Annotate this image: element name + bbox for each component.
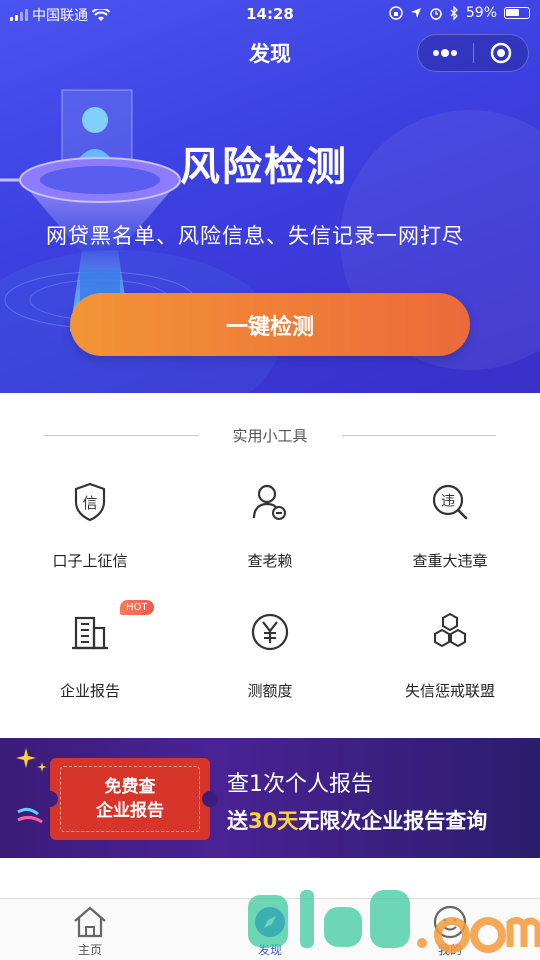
tab-discover[interactable]: 发现 <box>180 903 360 958</box>
tool-check-violation[interactable]: 违 查重大违章 <box>360 480 540 571</box>
rotation-lock-icon <box>389 6 403 20</box>
bottom-tab-bar: 主页 发现 我的 <box>0 898 540 960</box>
tools-section-header: 实用小工具 <box>44 425 497 446</box>
hero-title: 风险检测 <box>180 144 348 190</box>
ticket-line-1: 免费查 <box>104 777 156 797</box>
svg-text:违: 违 <box>441 494 455 510</box>
tool-dishonesty-alliance[interactable]: 失信惩戒联盟 <box>360 610 540 701</box>
mini-program-capsule <box>417 34 529 72</box>
hot-badge: HOT <box>120 600 154 615</box>
violation-search-icon: 违 <box>432 484 468 520</box>
credit-shield-icon: 信 <box>74 482 106 522</box>
tool-credit-limit[interactable]: 测额度 <box>180 610 360 701</box>
user-minus-icon <box>252 484 286 520</box>
home-icon <box>74 906 106 938</box>
tool-label: 企业报告 <box>59 682 120 700</box>
bluetooth-icon <box>450 6 458 20</box>
alarm-icon <box>430 8 442 20</box>
hero-subtitle: 网贷黑名单、风险信息、失信记录一网打尽 <box>46 224 464 248</box>
sparkle-icon <box>16 748 47 772</box>
building-icon <box>72 616 108 650</box>
status-right: 59% <box>389 5 530 21</box>
location-icon <box>410 8 421 18</box>
close-button[interactable] <box>474 35 529 71</box>
svg-text:信: 信 <box>82 494 97 512</box>
tool-label: 查重大违章 <box>412 552 488 570</box>
tab-home[interactable]: 主页 <box>0 903 180 958</box>
banner-sub-highlight: 30天 <box>248 809 299 833</box>
section-divider-right <box>341 435 497 436</box>
wave-decoration-icon <box>17 807 43 824</box>
tool-enterprise-report[interactable]: HOT 企业报告 <box>0 600 180 701</box>
tool-check-defaulter[interactable]: 查老赖 <box>180 480 360 571</box>
section-divider-left <box>44 435 199 436</box>
profile-icon <box>433 905 467 939</box>
hero-section: 中国联通 14:28 59% 发现 风险检测 网贷黑名单、风险信息、失信记录一网… <box>0 0 540 393</box>
hexagon-cluster-icon <box>434 612 466 648</box>
tool-label: 测额度 <box>247 682 293 700</box>
banner-subtitle: 送30天无限次企业报告查询 <box>227 805 487 835</box>
one-click-detect-button[interactable]: 一键检测 <box>70 293 470 356</box>
ticket-inner: 免费查 企业报告 <box>60 766 200 832</box>
tab-label: 我的 <box>437 943 462 957</box>
tool-label: 口子上征信 <box>52 552 128 570</box>
tab-mine[interactable]: 我的 <box>360 903 540 958</box>
battery-percent: 59% <box>465 5 497 21</box>
free-report-ticket: 免费查 企业报告 <box>42 758 218 840</box>
battery-icon <box>504 7 530 19</box>
tools-section-label: 实用小工具 <box>232 427 308 445</box>
ticket-line-2: 企业报告 <box>96 801 164 821</box>
more-button[interactable] <box>418 35 473 71</box>
tab-label: 主页 <box>77 943 102 957</box>
target-close-icon <box>490 42 511 64</box>
banner-sub-suffix: 无限次企业报告查询 <box>298 809 488 833</box>
more-dots-icon <box>433 49 458 57</box>
promo-banner[interactable]: 免费查 企业报告 <box>0 738 540 858</box>
tool-label: 失信惩戒联盟 <box>404 682 495 700</box>
tab-label: 发现 <box>257 943 282 957</box>
banner-sub-prefix: 送 <box>227 809 248 833</box>
tool-label: 查老赖 <box>247 552 293 570</box>
tool-credit-report[interactable]: 信 口子上征信 <box>0 480 180 571</box>
banner-title: 查1次个人报告 <box>227 772 373 797</box>
yuan-icon <box>251 613 289 651</box>
status-bar: 中国联通 14:28 59% <box>0 0 540 28</box>
compass-icon <box>255 907 285 937</box>
